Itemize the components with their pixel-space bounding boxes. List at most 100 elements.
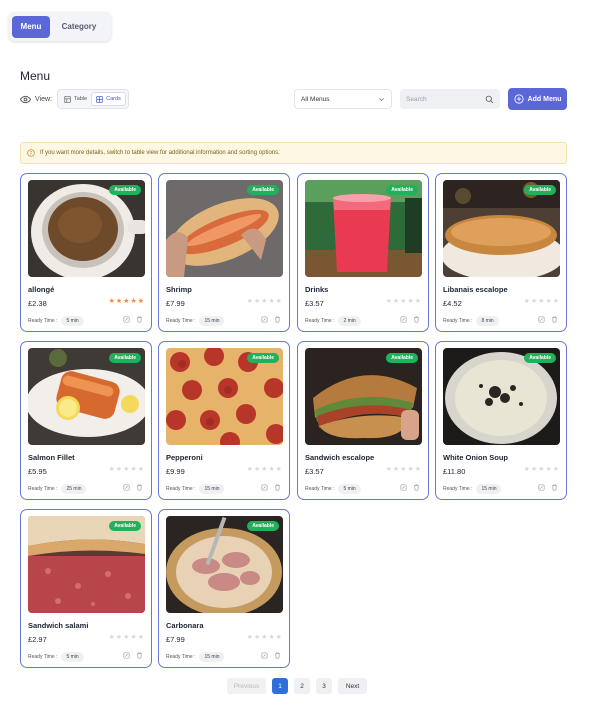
star-icon[interactable]: ★ (109, 634, 115, 641)
star-icon[interactable]: ★ (531, 466, 537, 473)
view-cards-button[interactable]: Cards (91, 92, 126, 106)
trash-icon[interactable] (551, 316, 558, 323)
ready-time-label: Ready Time : (28, 654, 58, 660)
star-icon[interactable]: ★ (268, 634, 274, 641)
rating-stars: ★ ★ ★ ★ ★ (524, 466, 559, 473)
star-icon[interactable]: ★ (524, 298, 530, 305)
star-icon[interactable]: ★ (524, 466, 530, 473)
star-icon[interactable]: ★ (538, 466, 544, 473)
star-icon[interactable]: ★ (116, 634, 122, 641)
star-icon[interactable]: ★ (254, 466, 260, 473)
trash-icon[interactable] (413, 316, 420, 323)
edit-icon[interactable] (400, 484, 407, 491)
menu-card[interactable]: Available allongé £2.38 ★ ★ ★ ★ ★ Ready Time :5 … (20, 173, 152, 332)
card-actions (538, 484, 558, 491)
star-icon[interactable]: ★ (393, 466, 399, 473)
star-icon[interactable]: ★ (109, 466, 115, 473)
star-icon[interactable]: ★ (116, 298, 122, 305)
view-table-button[interactable]: Table (60, 92, 91, 106)
page-button-1[interactable]: 1 (272, 678, 288, 694)
menu-card[interactable]: Available Pepperoni £9.99 ★ ★ ★ ★ ★ Ready Time :… (158, 341, 290, 500)
star-icon[interactable]: ★ (261, 298, 267, 305)
add-menu-button[interactable]: Add Menu (508, 88, 567, 110)
star-icon[interactable]: ★ (123, 466, 129, 473)
star-icon[interactable]: ★ (276, 466, 282, 473)
trash-icon[interactable] (274, 652, 281, 659)
trash-icon[interactable] (136, 316, 143, 323)
trash-icon[interactable] (551, 484, 558, 491)
edit-icon[interactable] (123, 484, 130, 491)
menu-card[interactable]: Available Salmon Fillet £5.95 ★ ★ ★ ★ ★ Ready Ti… (20, 341, 152, 500)
trash-icon[interactable] (274, 316, 281, 323)
star-icon[interactable]: ★ (109, 298, 115, 305)
star-icon[interactable]: ★ (553, 298, 559, 305)
previous-page-button[interactable]: Previous (227, 678, 266, 694)
star-icon[interactable]: ★ (261, 634, 267, 641)
star-icon[interactable]: ★ (130, 466, 136, 473)
edit-icon[interactable] (261, 652, 268, 659)
next-page-button[interactable]: Next (338, 678, 367, 694)
trash-icon[interactable] (136, 484, 143, 491)
tab-category[interactable]: Category (50, 16, 108, 38)
star-icon[interactable]: ★ (138, 466, 144, 473)
star-icon[interactable]: ★ (276, 298, 282, 305)
star-icon[interactable]: ★ (393, 298, 399, 305)
trash-icon[interactable] (274, 484, 281, 491)
star-icon[interactable]: ★ (138, 634, 144, 641)
star-icon[interactable]: ★ (386, 466, 392, 473)
menu-card[interactable]: Available Shrimp £7.99 ★ ★ ★ ★ ★ Ready Time :15 … (158, 173, 290, 332)
star-icon[interactable]: ★ (138, 298, 144, 305)
page-button-2[interactable]: 2 (294, 678, 310, 694)
star-icon[interactable]: ★ (415, 466, 421, 473)
star-icon[interactable]: ★ (400, 298, 406, 305)
star-icon[interactable]: ★ (123, 298, 129, 305)
page-button-3[interactable]: 3 (316, 678, 332, 694)
star-icon[interactable]: ★ (268, 298, 274, 305)
star-icon[interactable]: ★ (531, 298, 537, 305)
edit-icon[interactable] (538, 316, 545, 323)
star-icon[interactable]: ★ (407, 466, 413, 473)
star-icon[interactable]: ★ (276, 634, 282, 641)
star-icon[interactable]: ★ (123, 634, 129, 641)
star-icon[interactable]: ★ (261, 466, 267, 473)
edit-icon[interactable] (123, 652, 130, 659)
star-icon[interactable]: ★ (247, 298, 253, 305)
ready-time: Ready Time :5 min (305, 484, 361, 494)
star-icon[interactable]: ★ (407, 298, 413, 305)
star-icon[interactable]: ★ (545, 298, 551, 305)
star-icon[interactable]: ★ (386, 298, 392, 305)
star-icon[interactable]: ★ (130, 298, 136, 305)
menu-filter-select[interactable]: All Menus (294, 89, 392, 109)
star-icon[interactable]: ★ (254, 298, 260, 305)
available-badge: Available (247, 521, 279, 531)
trash-icon[interactable] (413, 484, 420, 491)
edit-icon[interactable] (538, 484, 545, 491)
edit-icon[interactable] (261, 316, 268, 323)
menu-card[interactable]: Available Sandwich escalope £3.57 ★ ★ ★ ★ ★ Read… (297, 341, 429, 500)
edit-icon[interactable] (123, 316, 130, 323)
star-icon[interactable]: ★ (400, 466, 406, 473)
menu-card[interactable]: Available Sandwich salami £2.97 ★ ★ ★ ★ ★ Ready … (20, 509, 152, 668)
star-icon[interactable]: ★ (415, 298, 421, 305)
star-icon[interactable]: ★ (130, 634, 136, 641)
star-icon[interactable]: ★ (116, 466, 122, 473)
menu-card[interactable]: Available Carbonara £7.99 ★ ★ ★ ★ ★ Ready Time :… (158, 509, 290, 668)
tab-menu[interactable]: Menu (12, 15, 50, 38)
search-input[interactable] (406, 95, 476, 103)
star-icon[interactable]: ★ (268, 466, 274, 473)
star-icon[interactable]: ★ (247, 466, 253, 473)
star-icon[interactable]: ★ (553, 466, 559, 473)
star-icon[interactable]: ★ (545, 466, 551, 473)
menu-card[interactable]: Available Drinks £3.57 ★ ★ ★ ★ ★ Ready Time :2 m… (297, 173, 429, 332)
edit-icon[interactable] (261, 484, 268, 491)
star-icon[interactable]: ★ (254, 634, 260, 641)
food-image: Available (305, 180, 422, 277)
menu-card[interactable]: Available White Onion Soup £11.80 ★ ★ ★ ★ ★ Read… (435, 341, 567, 500)
menu-card[interactable]: Available Libanais escalope £4.52 ★ ★ ★ ★ ★ Read… (435, 173, 567, 332)
edit-icon[interactable] (400, 316, 407, 323)
star-icon[interactable]: ★ (247, 634, 253, 641)
star-icon[interactable]: ★ (538, 298, 544, 305)
trash-icon[interactable] (136, 652, 143, 659)
search-icon[interactable] (485, 95, 494, 104)
available-badge: Available (386, 353, 418, 363)
